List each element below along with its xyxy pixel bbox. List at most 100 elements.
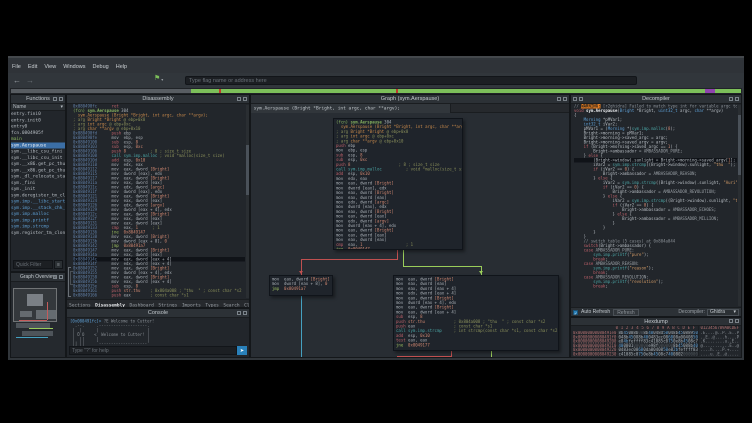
graph-node-line: jne 0x8049177	[396, 343, 558, 348]
panel-title-text: Graph (sym.Aerspause)	[381, 96, 439, 102]
close-icon[interactable]	[59, 97, 63, 101]
hexdump-panel-title: Hexdump	[571, 318, 741, 326]
decompiler-controls: ✓ Auto Refresh Refresh Decompiler: Ghidr…	[571, 307, 741, 316]
memory-map-marker	[219, 89, 221, 93]
decompiler-panel: Decompiler // WARNING: [r2ghidra] Failed…	[570, 94, 742, 317]
tab[interactable]: Search	[223, 302, 239, 308]
menu-file[interactable]: File	[12, 64, 21, 70]
toolbar: ← → ⚑ ▾	[8, 73, 744, 88]
console-input[interactable]	[69, 346, 237, 355]
tab[interactable]: Dashboard	[129, 302, 153, 308]
tab-label: sym.Aerspause (Bright *Bright, int argc,…	[251, 104, 450, 113]
hexdump-rows[interactable]: 0x00000000080491e08b45088b008b40048d5004…	[573, 331, 739, 356]
selected-decompiler: Ghidra	[710, 309, 725, 315]
seek-input[interactable]	[185, 76, 637, 85]
float-icon[interactable]	[53, 97, 57, 101]
close-icon[interactable]	[243, 311, 247, 315]
memory-map-marker	[396, 89, 398, 93]
graph-tab-bar: sym.Aerspause (Bright *Bright, int argc,…	[251, 104, 569, 113]
auto-refresh-checkbox[interactable]: ✓	[573, 310, 578, 315]
quick-filter-input[interactable]	[13, 260, 53, 269]
functions-list[interactable]: entry.fini0entry.init0entry0fcn.0804905f…	[11, 111, 65, 259]
decompiler-select[interactable]: Ghidra ▾	[707, 309, 739, 316]
float-icon[interactable]	[729, 97, 733, 101]
menu-edit[interactable]: Edit	[28, 64, 37, 70]
function-list-item[interactable]: sym.register_tm_clones	[11, 230, 65, 236]
float-icon[interactable]	[53, 275, 57, 279]
menu-view[interactable]: View	[44, 64, 56, 70]
menu-help[interactable]: Help	[116, 64, 127, 70]
disassembly-panel-title: Disassembly	[67, 95, 249, 104]
scrollbar-handle[interactable]	[246, 145, 249, 195]
functions-panel-title: Functions	[11, 95, 65, 104]
function-list-item[interactable]: sym.__libc_csu_fini	[11, 149, 65, 155]
menu-debug[interactable]: Debug	[93, 64, 109, 70]
close-icon[interactable]	[735, 97, 739, 101]
tab[interactable]: Types	[205, 302, 219, 308]
function-list-item[interactable]: sym._dl_relocate_static_pie	[11, 174, 65, 180]
disassembly-scrollbar[interactable]	[246, 105, 249, 298]
tab[interactable]: Classes	[244, 302, 249, 308]
forward-arrow-icon[interactable]: →	[26, 77, 34, 85]
menu-windows[interactable]: Windows	[63, 64, 85, 70]
graph-function-tab[interactable]: sym.Aerspause (Bright *Bright, int argc,…	[251, 104, 451, 113]
decompiler-line: void sym.Aerspause(Bright *Bright, uint3…	[574, 109, 737, 114]
close-icon[interactable]	[243, 97, 247, 101]
functions-panel: Functions Name ▾ entry.fini0entry.init0e…	[10, 94, 66, 272]
jump-arrow	[70, 271, 73, 285]
menu-bar: File Edit View Windows Debug Help	[8, 60, 744, 73]
tab[interactable]: Imports	[182, 302, 201, 308]
chevron-down-icon: ▾	[60, 104, 63, 110]
disassembly-panel: Disassembly 0x080490fc ret(fcn) sym.Aers…	[66, 94, 250, 308]
float-icon[interactable]	[237, 311, 241, 315]
graph-node-line: jne 0x8049147	[336, 247, 462, 249]
decompiler-selector-label: Decompiler:	[678, 309, 705, 315]
graph-overview-panel: Graph Overview	[10, 272, 66, 358]
console-input-row: ➤	[69, 346, 247, 355]
filter-icon[interactable]: ≡	[54, 260, 63, 269]
overview-viewport[interactable]	[13, 288, 57, 322]
cutter-window: File Edit View Windows Debug Help ← → ⚑ …	[8, 56, 744, 360]
decompiler-scrollbar[interactable]	[738, 105, 741, 306]
tab[interactable]: Strings	[158, 302, 177, 308]
float-icon[interactable]	[557, 97, 561, 101]
back-arrow-icon[interactable]: ←	[13, 77, 21, 85]
graph-node-entry[interactable]: (fcn) sym.Aerspause 304 sym.Aerspause (B…	[333, 118, 463, 250]
flag-icon: ⚑	[154, 75, 160, 83]
disassembly-listing[interactable]: 0x080490fc ret(fcn) sym.Aerspause 304 sy…	[73, 104, 245, 301]
close-icon[interactable]	[563, 97, 567, 101]
memory-map-section	[705, 89, 715, 93]
console-panel-title: Console	[67, 309, 249, 318]
function-list-item[interactable]: sym.__x86.get_pc_thunk.bp	[11, 161, 65, 167]
close-icon[interactable]	[59, 275, 63, 279]
refresh-button[interactable]: Refresh	[613, 309, 639, 316]
float-icon[interactable]	[573, 97, 577, 101]
column-label: Name	[13, 104, 26, 110]
float-icon[interactable]	[237, 97, 241, 101]
scrollbar-handle[interactable]	[738, 115, 741, 175]
graph-canvas[interactable]: (fcn) sym.Aerspause 304 sym.Aerspause (B…	[251, 113, 569, 357]
console-send-button[interactable]: ➤	[237, 346, 247, 355]
decompiler-code[interactable]: // WARNING: [r2ghidra] Failed to match t…	[574, 104, 737, 309]
panel-title-text: Hexdump	[644, 319, 668, 325]
panel-title-text: Console	[148, 310, 168, 316]
functions-name-header[interactable]: Name ▾	[11, 104, 65, 111]
flag-dropdown[interactable]: ⚑ ▾	[154, 75, 163, 83]
chevron-down-icon: ▾	[733, 309, 736, 315]
panel-title-text: Disassembly	[142, 96, 173, 102]
decompiler-panel-title: Decompiler	[571, 95, 741, 104]
graph-overview-map[interactable]	[11, 282, 65, 357]
tab[interactable]: Disassembly	[95, 302, 125, 308]
tab[interactable]: Sections	[69, 302, 91, 308]
function-list-item[interactable]: sym.imp.__libc_start_main	[11, 199, 65, 205]
close-icon[interactable]	[735, 319, 739, 323]
disassembly-line[interactable]: 0x08049166 push eax ; const char *s1	[73, 293, 245, 298]
tab-list[interactable]: Sections Disassembly Dashboard Strings Impor…	[67, 300, 249, 307]
memory-map-mapped	[191, 89, 741, 93]
graph-node-true[interactable]: mov eax, dword [Bright]mov dword [eax + …	[269, 275, 333, 296]
graph-panel: Graph (sym.Aerspause) sym.Aerspause (Bri…	[250, 94, 570, 358]
float-icon[interactable]	[729, 319, 733, 323]
console-output: [0x080491fc]> ?E Welcome to Cutter! .--.…	[70, 319, 246, 347]
dock-icon[interactable]	[579, 97, 583, 101]
graph-node-false[interactable]: mov eax, dword [Bright]mov eax, dword [e…	[393, 275, 559, 351]
